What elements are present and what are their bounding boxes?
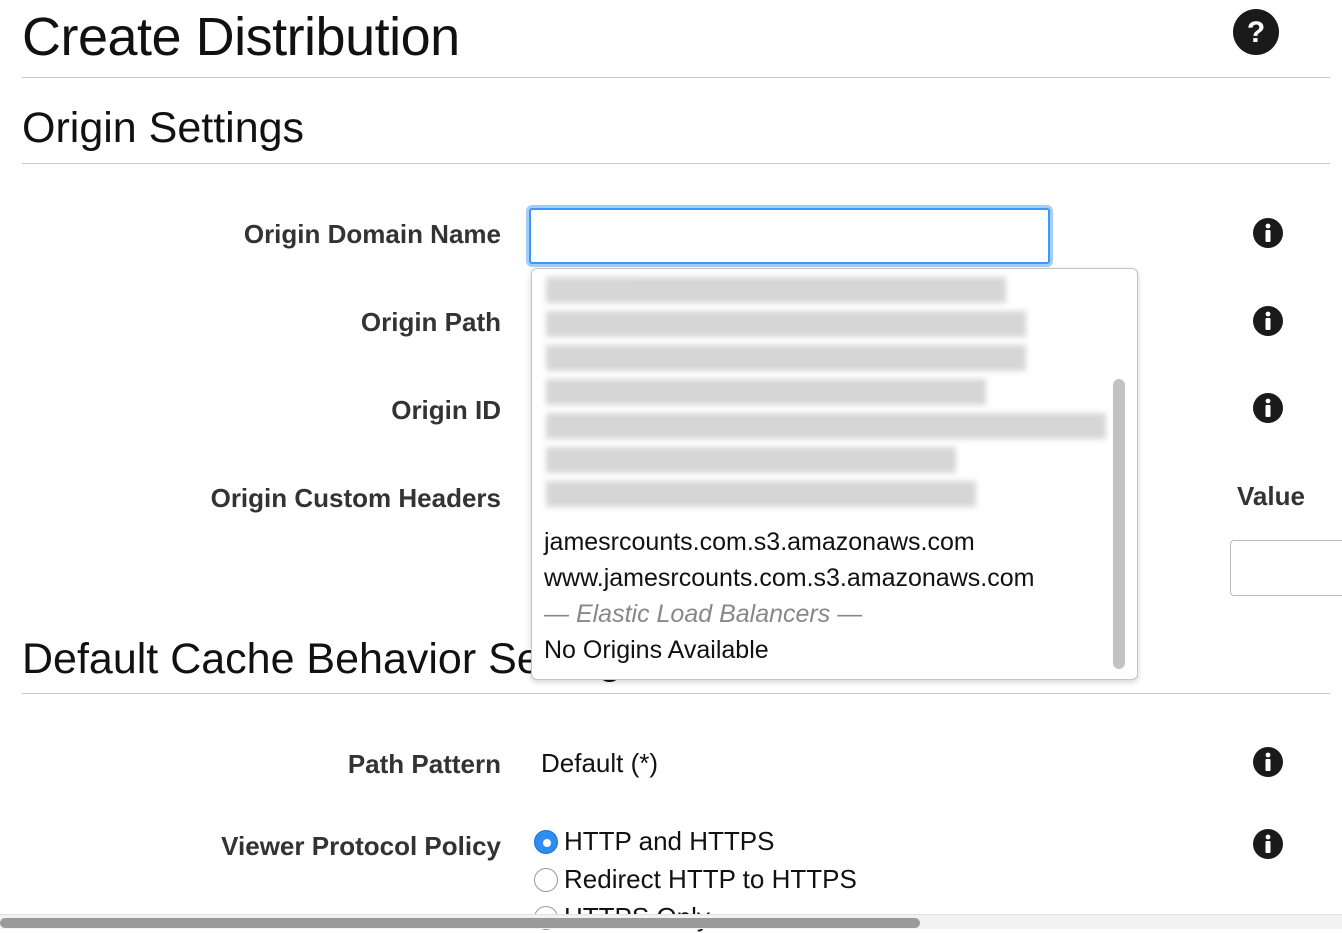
path-pattern-info-icon[interactable] <box>1252 746 1284 778</box>
radio-label: Redirect HTTP to HTTPS <box>564 864 857 894</box>
path-pattern-label: Path Pattern <box>347 749 501 779</box>
dropdown-option[interactable]: jamesrcounts.com.s3.amazonaws.com <box>544 528 975 557</box>
radio-button[interactable] <box>534 867 558 892</box>
origin-settings-divider <box>22 163 1330 164</box>
svg-text:?: ? <box>1247 16 1265 49</box>
origin-domain-name-label: Origin Domain Name <box>243 219 501 249</box>
custom-header-value-input[interactable] <box>1230 540 1342 596</box>
radio-label: HTTP and HTTPS <box>564 826 775 856</box>
origin-path-label: Origin Path <box>360 307 501 337</box>
dropdown-empty-option: No Origins Available <box>544 636 769 664</box>
dropdown-option[interactable]: www.jamesrcounts.com.s3.amazonaws.com <box>544 564 1034 593</box>
help-icon[interactable]: ? <box>1232 8 1280 56</box>
origin-domain-dropdown[interactable]: jamesrcounts.com.s3.amazonaws.com www.ja… <box>531 268 1138 680</box>
origin-id-info-icon[interactable] <box>1252 392 1284 424</box>
dropdown-scrollbar[interactable] <box>1113 379 1125 669</box>
path-pattern-value: Default (*) <box>541 748 659 778</box>
origin-path-info-icon[interactable] <box>1252 305 1284 337</box>
horizontal-scrollbar-thumb[interactable] <box>0 918 920 928</box>
origin-custom-headers-label: Origin Custom Headers <box>210 483 501 513</box>
viewer-protocol-policy-label: Viewer Protocol Policy <box>221 831 501 861</box>
viewer-protocol-option-redirect[interactable]: Redirect HTTP to HTTPS <box>534 864 857 895</box>
viewer-protocol-option-http-https[interactable]: HTTP and HTTPS <box>534 826 774 857</box>
title-divider <box>22 77 1330 78</box>
page-title: Create Distribution <box>22 7 460 67</box>
origin-domain-name-info-icon[interactable] <box>1252 217 1284 249</box>
viewer-protocol-info-icon[interactable] <box>1252 828 1284 860</box>
cache-behavior-divider <box>22 693 1330 694</box>
origin-settings-heading: Origin Settings <box>22 104 305 152</box>
dropdown-group-header: — Elastic Load Balancers — <box>544 600 863 628</box>
origin-domain-name-input[interactable] <box>529 208 1050 264</box>
origin-id-label: Origin ID <box>391 395 501 425</box>
radio-button-selected[interactable] <box>534 829 558 854</box>
redacted-origins <box>536 273 1116 515</box>
custom-header-value-label: Value <box>1237 481 1305 511</box>
